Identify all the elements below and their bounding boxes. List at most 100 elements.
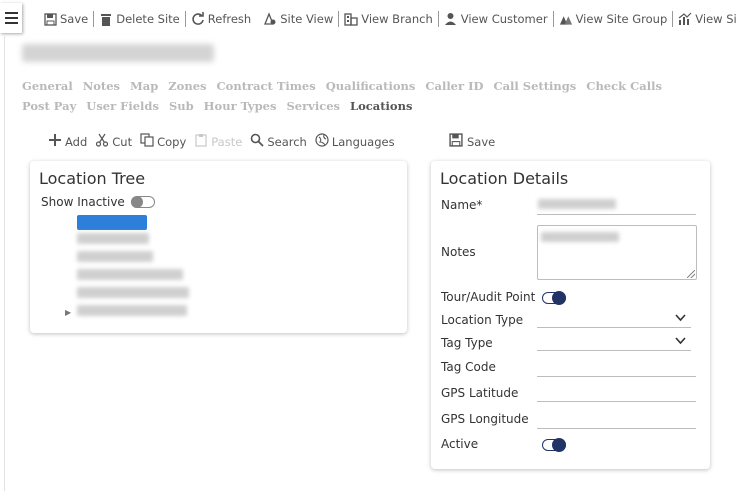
tree-node[interactable] <box>77 251 189 266</box>
tag-type-label: Tag Type <box>441 336 493 350</box>
left-border <box>4 36 5 491</box>
tree-node[interactable] <box>77 269 189 284</box>
view-site-group-button[interactable]: View Site Group <box>556 12 671 26</box>
location-type-select[interactable] <box>537 327 691 328</box>
site-group-icon <box>559 12 573 26</box>
tree-node-label-redacted <box>77 269 183 280</box>
tab-contract-times[interactable]: Contract Times <box>217 76 316 96</box>
save-label: Save <box>60 12 89 26</box>
tab-services[interactable]: Services <box>286 96 340 116</box>
view-site-group-label: View Site Group <box>575 12 668 26</box>
tag-type-select[interactable] <box>537 350 691 351</box>
chevron-down-icon[interactable] <box>675 335 686 348</box>
show-inactive-toggle[interactable] <box>130 196 155 208</box>
tree-node-label-redacted <box>77 305 187 316</box>
menu-button[interactable] <box>0 3 22 33</box>
notes-label: Notes <box>441 245 476 259</box>
name-label: Name* <box>441 198 483 212</box>
show-inactive-label: Show Inactive <box>41 195 125 209</box>
tab-caller-id[interactable]: Caller ID <box>425 76 483 96</box>
site-title-redacted <box>22 44 214 62</box>
notes-textarea[interactable] <box>537 225 697 280</box>
tour-audit-toggle[interactable] <box>542 291 566 305</box>
location-type-label: Location Type <box>441 313 524 327</box>
name-input[interactable] <box>537 214 696 215</box>
site-view-button[interactable]: Site View <box>260 12 336 26</box>
view-site-label: View Site <box>695 12 736 26</box>
cut-button[interactable]: Cut <box>95 133 132 150</box>
tab-user-fields[interactable]: User Fields <box>86 96 159 116</box>
scissors-icon <box>95 133 109 150</box>
toggle-knob <box>552 438 566 452</box>
refresh-button[interactable]: Refresh <box>188 12 254 26</box>
plus-icon <box>48 133 62 150</box>
paste-label: Paste <box>211 134 243 149</box>
tab-general[interactable]: General <box>22 76 73 96</box>
add-button[interactable]: Add <box>48 133 87 150</box>
copy-icon <box>140 133 154 150</box>
name-value-redacted <box>538 199 616 209</box>
toolbar-divider <box>552 11 554 27</box>
copy-label: Copy <box>157 134 187 149</box>
site-view-label: Site View <box>280 12 334 26</box>
tag-code-label: Tag Code <box>441 360 496 374</box>
tree-node-label-redacted <box>77 215 147 230</box>
tab-notes[interactable]: Notes <box>83 76 120 96</box>
active-label: Active <box>441 437 479 451</box>
view-branch-label: View Branch <box>361 12 433 26</box>
trash-icon <box>99 12 113 26</box>
chevron-down-icon[interactable] <box>675 312 686 325</box>
gps-latitude-label: GPS Latitude <box>441 386 519 400</box>
expand-caret-icon[interactable]: ▶ <box>65 308 71 317</box>
active-toggle[interactable] <box>542 438 566 452</box>
tab-sub[interactable]: Sub <box>169 96 194 116</box>
view-customer-button[interactable]: View Customer <box>441 12 551 26</box>
tab-check-calls[interactable]: Check Calls <box>586 76 662 96</box>
view-customer-label: View Customer <box>460 12 548 26</box>
resize-handle-icon[interactable] <box>687 270 695 278</box>
location-details-title: Location Details <box>440 169 569 188</box>
customer-icon <box>444 12 458 26</box>
details-save-button[interactable]: Save <box>449 133 495 150</box>
languages-label: Languages <box>331 134 395 149</box>
toggle-knob <box>130 196 143 208</box>
toolbar-divider <box>184 11 186 27</box>
tab-zones[interactable]: Zones <box>168 76 206 96</box>
tree-node[interactable] <box>77 215 189 230</box>
languages-button[interactable]: Languages <box>315 133 395 150</box>
tab-call-settings[interactable]: Call Settings <box>493 76 576 96</box>
paste-button[interactable]: Paste <box>194 133 242 150</box>
refresh-label: Refresh <box>207 12 252 26</box>
tree-node[interactable]: ▶ <box>65 305 189 320</box>
toolbar-divider <box>93 11 95 27</box>
search-icon <box>250 133 264 150</box>
tree-node-label-redacted <box>77 233 149 244</box>
tree-node[interactable] <box>77 233 189 248</box>
tag-code-input[interactable] <box>537 376 696 377</box>
location-tree: ▶ <box>65 215 189 323</box>
tab-locations[interactable]: Locations <box>350 96 412 116</box>
site-view-icon <box>263 12 277 26</box>
tab-hour-types[interactable]: Hour Types <box>204 96 277 116</box>
notes-value-redacted <box>541 232 619 242</box>
view-branch-button[interactable]: View Branch <box>341 12 436 26</box>
location-tree-title: Location Tree <box>39 169 146 188</box>
gps-longitude-label: GPS Longitude <box>441 412 529 426</box>
search-button[interactable]: Search <box>250 133 307 150</box>
tree-node-label-redacted <box>77 287 189 298</box>
tab-post-pay[interactable]: Post Pay <box>22 96 76 116</box>
tab-map[interactable]: Map <box>130 76 158 96</box>
tree-node[interactable] <box>77 287 189 302</box>
delete-site-button[interactable]: Delete Site <box>96 12 183 26</box>
search-label: Search <box>267 134 307 149</box>
gps-latitude-input[interactable] <box>537 401 696 402</box>
gps-longitude-input[interactable] <box>537 428 696 429</box>
copy-button[interactable]: Copy <box>140 133 186 150</box>
save-button[interactable]: Save <box>40 12 91 26</box>
save-icon <box>449 133 463 150</box>
view-site-button[interactable]: View Site <box>675 12 736 26</box>
cut-label: Cut <box>112 134 133 149</box>
toolbar-divider <box>437 11 439 27</box>
tab-qualifications[interactable]: Qualifications <box>326 76 416 96</box>
show-inactive-row: Show Inactive <box>41 195 155 209</box>
